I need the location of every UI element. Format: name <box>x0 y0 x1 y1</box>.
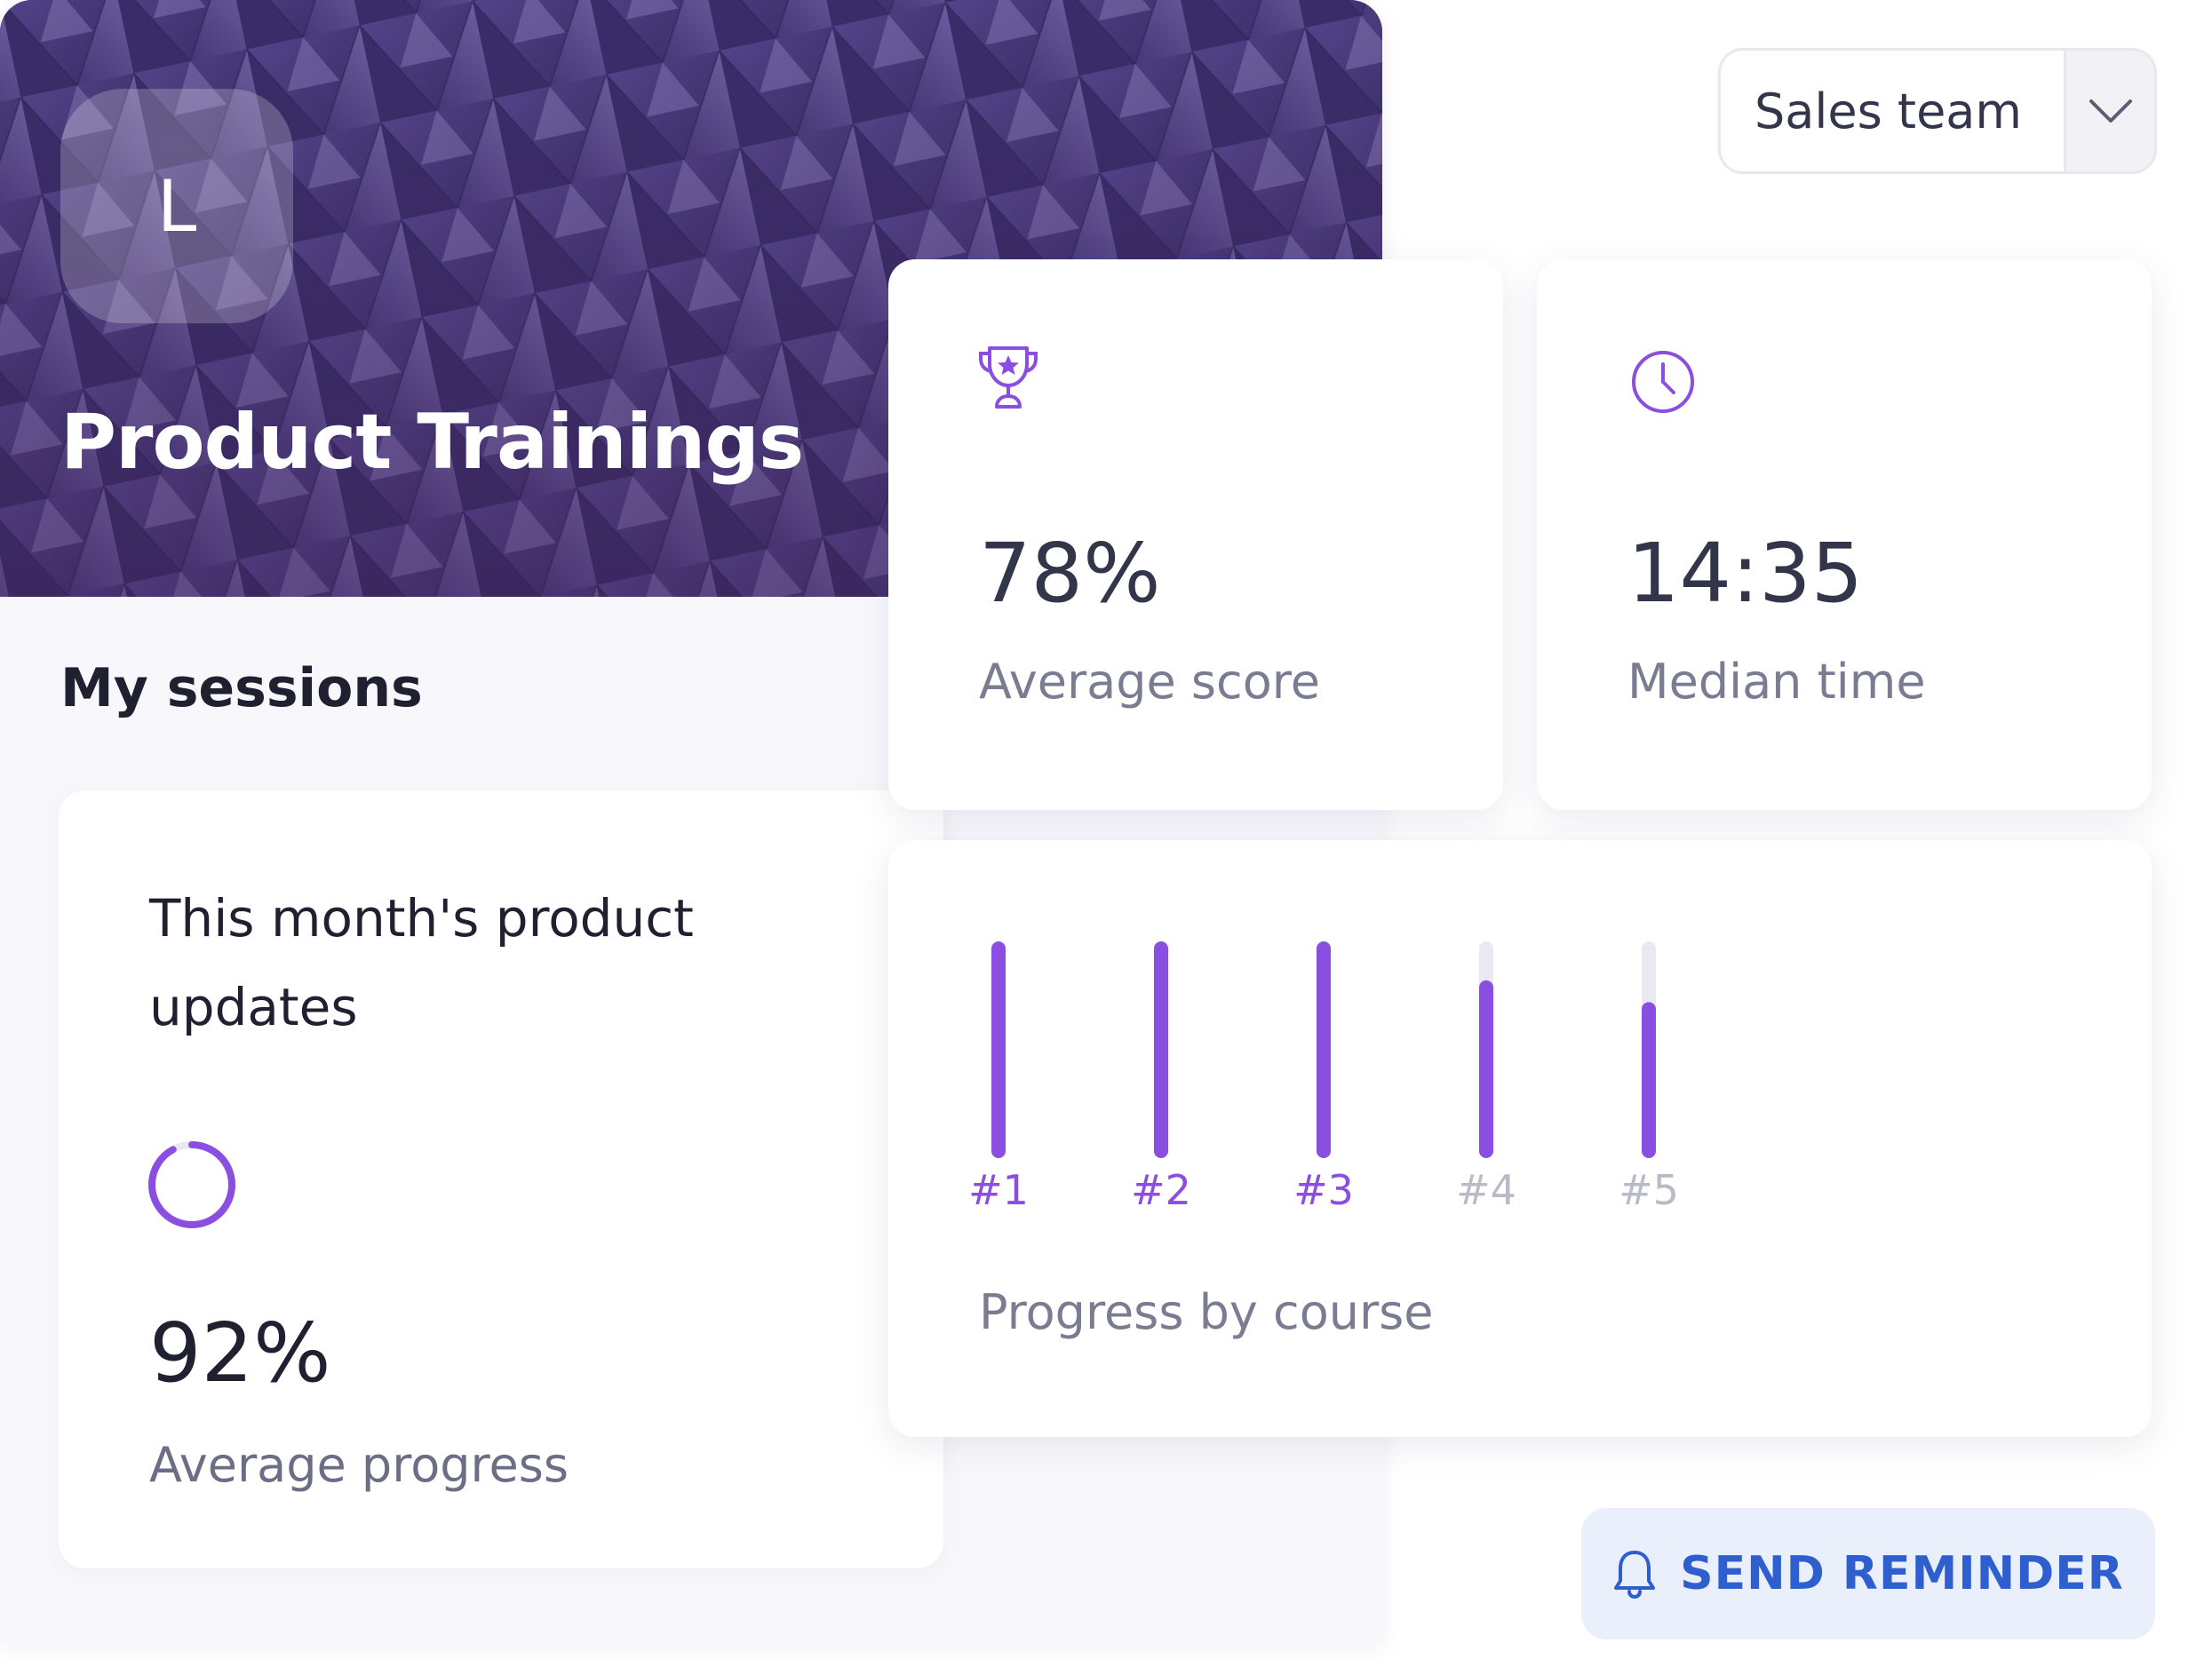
team-select-value: Sales team <box>1754 83 2022 139</box>
median-time-card: 14:35 Median time <box>1537 259 2152 810</box>
tick-label-course-5: #5 <box>1619 1166 1679 1214</box>
team-select[interactable]: Sales team <box>1718 48 2157 174</box>
average-progress-value: 92% <box>149 1306 331 1401</box>
bar-course-5 <box>1642 1002 1656 1158</box>
team-select-toggle[interactable] <box>2064 51 2154 171</box>
clock-icon <box>1632 351 1694 413</box>
course-title: Product Trainings <box>60 398 804 487</box>
bell-icon <box>1614 1551 1656 1599</box>
median-time-value: 14:35 <box>1627 526 1864 621</box>
average-score-label: Average score <box>979 654 1321 710</box>
tick-label-course-2: #2 <box>1131 1166 1191 1214</box>
session-card[interactable]: This month's product updates 92% Average… <box>59 790 943 1568</box>
chevron-down-icon <box>2089 99 2132 123</box>
session-title: This month's product updates <box>149 888 694 1037</box>
trophy-star-icon <box>979 346 1038 409</box>
bar-course-3 <box>1317 941 1331 1158</box>
sessions-heading: My sessions <box>60 657 423 719</box>
average-score-card: 78% Average score <box>888 259 1503 810</box>
bar-course-1 <box>991 941 1006 1158</box>
progress-ring-icon <box>148 1141 235 1228</box>
send-reminder-button[interactable]: SEND REMINDER <box>1581 1508 2155 1639</box>
tick-label-course-4: #4 <box>1456 1166 1516 1214</box>
course-logo: L <box>60 89 293 323</box>
average-score-value: 78% <box>979 526 1161 621</box>
progress-by-course-card: #1 #2 #3 #4 #5 Progress by course <box>888 840 2152 1437</box>
median-time-label: Median time <box>1627 654 1926 710</box>
average-progress-label: Average progress <box>149 1437 569 1493</box>
tick-label-course-1: #1 <box>968 1166 1029 1214</box>
bar-course-4 <box>1479 980 1493 1158</box>
bar-course-2 <box>1154 941 1168 1158</box>
chart-caption: Progress by course <box>979 1284 1434 1340</box>
progress-by-course-chart: #1 #2 #3 #4 #5 <box>968 941 1679 1214</box>
tick-label-course-3: #3 <box>1293 1166 1354 1214</box>
course-logo-letter: L <box>156 164 197 248</box>
send-reminder-label: SEND REMINDER <box>1680 1547 2124 1600</box>
